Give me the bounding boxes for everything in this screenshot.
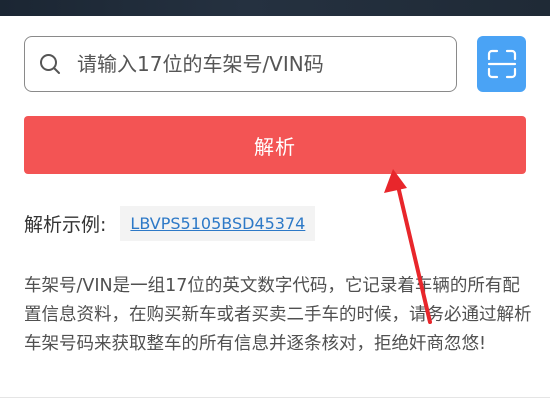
top-bar [0, 0, 550, 16]
example-row: 解析示例: LBVPS5105BSD45374 [24, 203, 316, 243]
example-vin-link[interactable]: LBVPS5105BSD45374 [120, 205, 316, 241]
divider [0, 397, 550, 398]
vin-description: 车架号/VIN是一组17位的英文数字代码，它记录着车辆的所有配置信息资料，在购买… [24, 276, 532, 354]
search-box[interactable] [24, 36, 457, 92]
example-label: 解析示例: [24, 213, 107, 236]
vin-search-input[interactable] [77, 45, 447, 83]
parse-button[interactable]: 解析 [24, 116, 526, 174]
search-row [24, 36, 526, 94]
scan-icon [487, 49, 516, 79]
scan-button[interactable] [477, 36, 526, 92]
search-icon [40, 54, 60, 74]
